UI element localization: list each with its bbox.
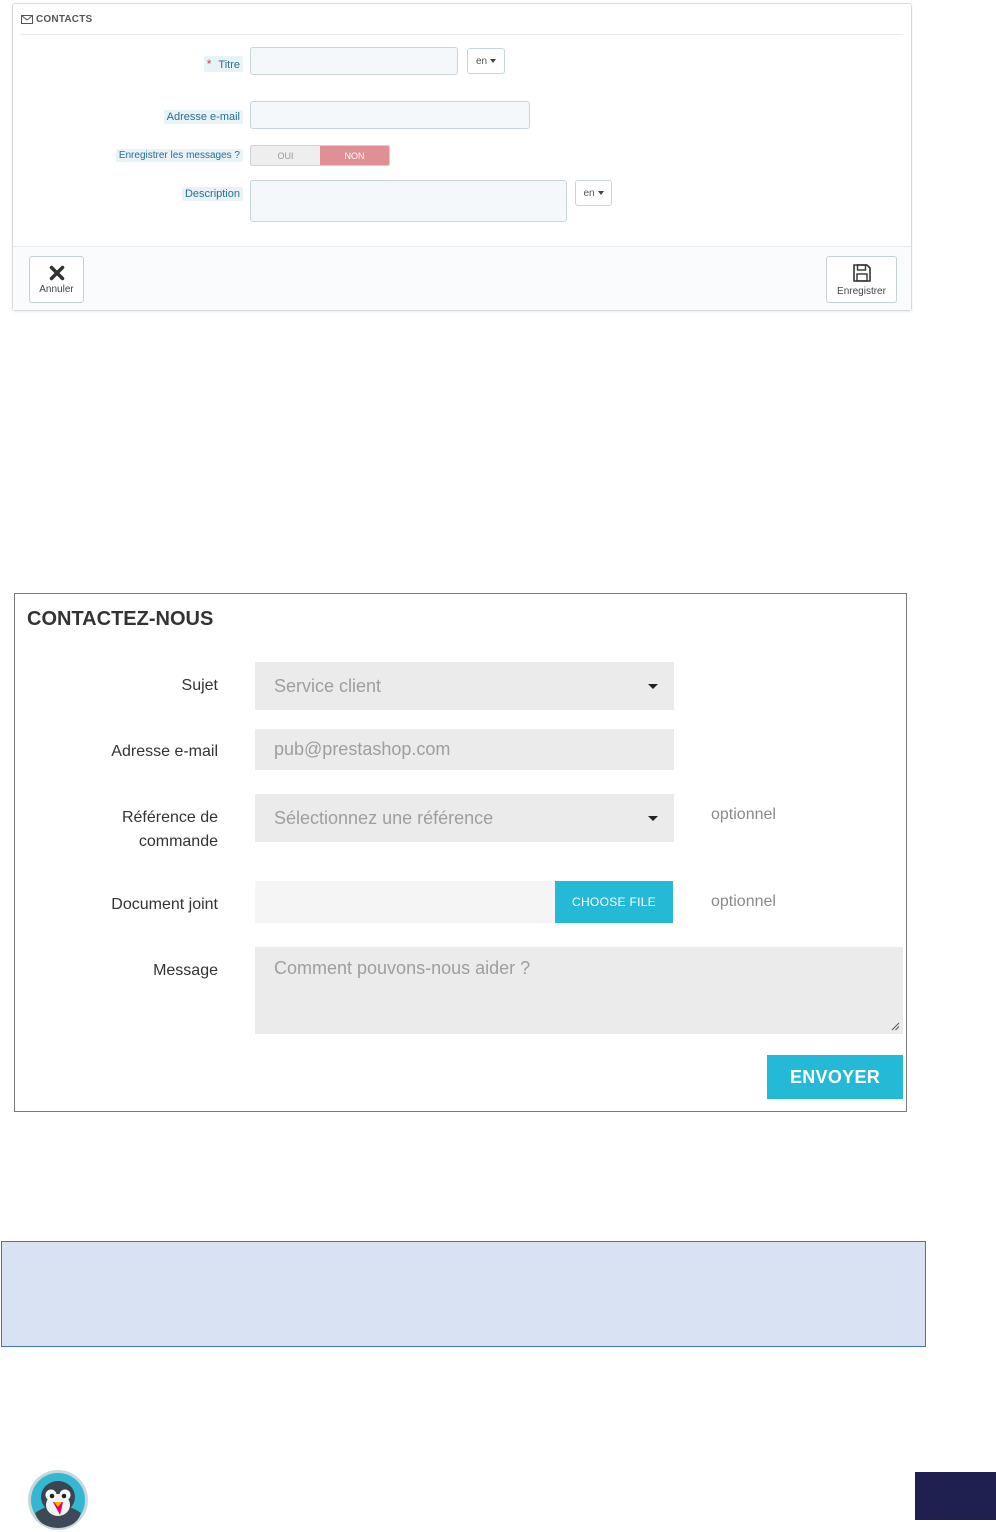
panel-heading: CONTACTS [21,4,903,35]
caret-down-icon [648,816,658,821]
message-label: Message [153,962,218,979]
caret-down-icon [490,59,497,63]
message-textarea[interactable]: Comment pouvons-nous aider ? [255,947,903,1034]
description-label: Description [181,187,243,201]
email-label: Adresse e-mail [163,110,243,124]
resize-grip-icon[interactable] [891,1022,900,1031]
title-input[interactable] [250,47,458,75]
cancel-button[interactable]: Annuler [29,256,84,303]
order-reference-label-line1: Référence de [121,809,218,826]
attachment-optional: optionnel [711,893,776,910]
required-marker: * [206,57,212,71]
contact-form-title: CONTACTEZ-NOUS [27,608,214,630]
choose-file-button[interactable]: CHOOSE FILE [555,881,673,923]
save-messages-label: Enregistrer les messages ? [115,149,243,162]
caret-down-icon [597,191,604,195]
email-placeholder: pub@prestashop.com [274,739,451,759]
order-reference-label: Référence de commande [122,806,218,854]
contact-form: CONTACTEZ-NOUS Sujet Service client Adre… [14,593,907,1112]
subject-label: Sujet [181,677,218,694]
admin-contact-panel: CONTACTS * Titre en Adresse e-mail Enregi… [12,3,912,311]
subject-value: Service client [274,675,382,696]
title-label-text: Titre [218,59,240,71]
floppy-disk-icon [852,263,871,282]
prestashop-logo [28,1470,88,1530]
envelope-icon [21,14,33,24]
title-label: * Titre [203,56,243,72]
subject-select[interactable]: Service client [255,662,674,710]
order-reference-placeholder: Sélectionnez une référence [274,807,494,828]
caret-down-icon [648,684,658,689]
description-textarea[interactable] [250,180,567,222]
description-language-button[interactable]: en [575,180,612,206]
order-reference-select[interactable]: Sélectionnez une référence [255,794,674,842]
switch-no-option[interactable]: NON [320,146,389,165]
close-icon [49,265,64,280]
save-label: Enregistrer [837,285,886,297]
order-reference-optional: optionnel [711,806,776,823]
cancel-label: Annuler [39,283,74,295]
panel-footer: Annuler Enregistrer [13,246,911,310]
panel-heading-title: CONTACTS [36,13,93,25]
message-placeholder: Comment pouvons-nous aider ? [274,958,531,978]
save-button[interactable]: Enregistrer [826,256,897,303]
order-reference-label-line2: commande [138,833,218,850]
send-button[interactable]: ENVOYER [767,1055,903,1099]
email-field[interactable] [250,101,530,129]
save-messages-switch[interactable]: OUI NON [250,145,390,166]
description-language-label: en [583,187,595,199]
info-box [1,1241,926,1347]
title-language-button[interactable]: en [467,48,505,74]
email-label: Adresse e-mail [111,743,218,760]
corner-block [915,1472,996,1520]
title-language-label: en [475,55,488,67]
switch-yes-option[interactable]: OUI [251,146,320,165]
email-input[interactable]: pub@prestashop.com [255,729,674,770]
attachment-label: Document joint [111,896,218,913]
